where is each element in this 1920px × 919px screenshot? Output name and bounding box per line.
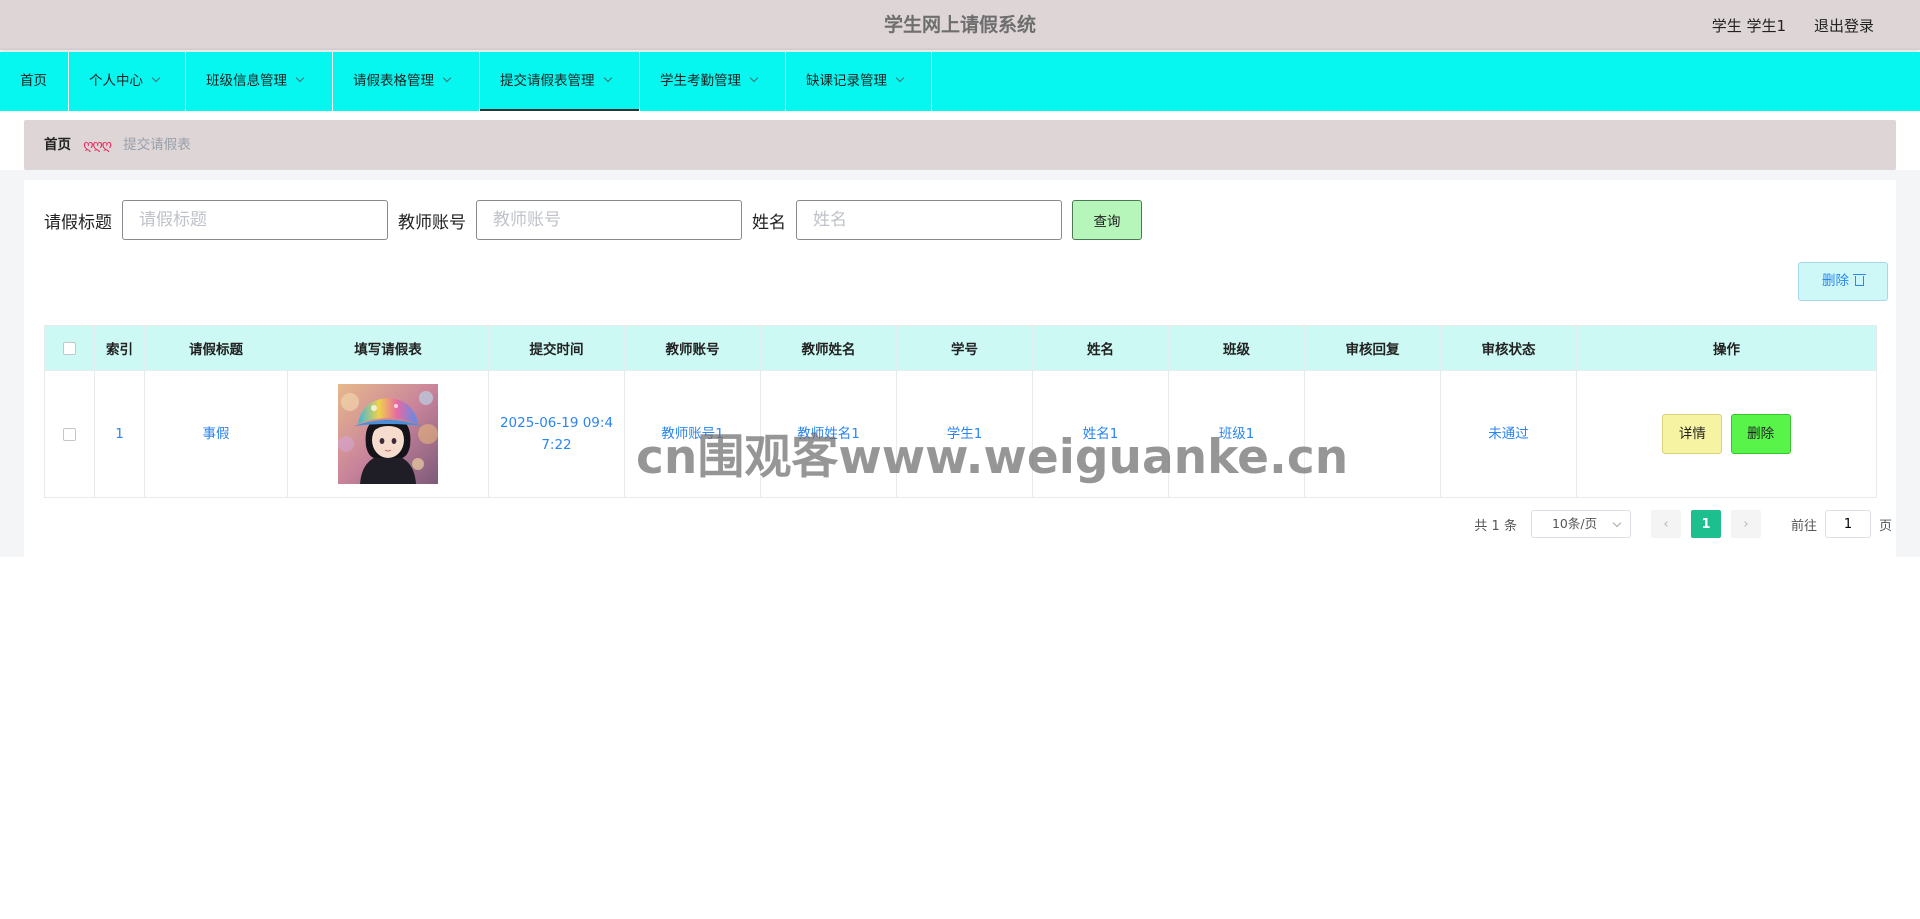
nav-attendance-label: 学生考勤管理 bbox=[660, 73, 741, 89]
column-header: 教师姓名 bbox=[760, 325, 897, 371]
nav-home[interactable]: 首页 bbox=[0, 52, 69, 111]
cell-actions: 详情 删除 bbox=[1576, 370, 1877, 498]
chevron-down-icon bbox=[603, 73, 612, 83]
logout-link[interactable]: 退出登录 bbox=[1814, 0, 1874, 50]
cell-status: 未通过 bbox=[1440, 370, 1577, 498]
goto-page-input[interactable] bbox=[1824, 510, 1871, 538]
column-header: 班级 bbox=[1168, 325, 1305, 371]
row-checkbox[interactable] bbox=[63, 427, 76, 441]
goto-prefix: 前往 bbox=[1790, 518, 1817, 534]
column-header: 审核状态 bbox=[1440, 325, 1577, 371]
avatar-image[interactable] bbox=[338, 384, 438, 484]
nav-submit-leave-label: 提交请假表管理 bbox=[500, 73, 595, 89]
row-delete-button[interactable]: 删除 bbox=[1730, 414, 1791, 454]
nav-leave-form-label: 请假表格管理 bbox=[353, 73, 434, 89]
nav-attendance[interactable]: 学生考勤管理 bbox=[640, 52, 786, 111]
breadcrumb-separator: ღღღ bbox=[83, 138, 112, 153]
column-header: 姓名 bbox=[1032, 325, 1169, 371]
page-number-current[interactable]: 1 bbox=[1690, 510, 1721, 538]
query-button[interactable]: 查询 bbox=[1072, 200, 1142, 240]
chevron-right-icon: › bbox=[1743, 516, 1749, 532]
breadcrumb-home[interactable]: 首页 bbox=[44, 137, 71, 153]
app-title: 学生网上请假系统 bbox=[883, 14, 1036, 36]
top-header: 学生网上请假系统 学生 学生1 退出登录 bbox=[0, 0, 1920, 50]
pagination-total: 共 1 条 bbox=[1474, 518, 1517, 534]
column-header: 索引 bbox=[94, 325, 145, 371]
main-content: 请假标题 教师账号 姓名 查询 删除 索引 请假标题 填写请假表 提交时间 教师… bbox=[24, 180, 1896, 557]
column-header: 审核回复 bbox=[1304, 325, 1441, 371]
name-label: 姓名 bbox=[752, 212, 786, 233]
current-user: 学生 学生1 bbox=[1711, 17, 1786, 35]
chevron-down-icon bbox=[151, 73, 161, 83]
nav-home-label: 首页 bbox=[20, 73, 47, 89]
table-header-row: 索引 请假标题 填写请假表 提交时间 教师账号 教师姓名 学号 姓名 班级 审核… bbox=[44, 325, 1877, 371]
main-nav: 首页 个人中心 班级信息管理 请假表格管理 提交请假表管理 学生考勤管理 缺课记… bbox=[0, 52, 1920, 111]
cell-submit-time: 2025-06-19 09:47:22 bbox=[488, 370, 625, 498]
leave-title-label: 请假标题 bbox=[44, 212, 112, 233]
trash-icon bbox=[1853, 274, 1866, 286]
name-input[interactable] bbox=[796, 200, 1062, 240]
column-header: 教师账号 bbox=[624, 325, 761, 371]
prev-page-button[interactable]: ‹ bbox=[1650, 510, 1681, 538]
breadcrumb: 首页 ღღღ 提交请假表 bbox=[24, 120, 1896, 170]
watermark-text: cn围观客www.weiguanke.cn bbox=[636, 430, 1349, 485]
teacher-account-input[interactable] bbox=[476, 200, 742, 240]
nav-absence-label: 缺课记录管理 bbox=[806, 73, 887, 89]
select-all-checkbox[interactable] bbox=[63, 341, 76, 355]
column-header: 请假标题 bbox=[144, 325, 288, 371]
chevron-down-icon bbox=[749, 73, 759, 83]
breadcrumb-current: 提交请假表 bbox=[123, 137, 191, 153]
chevron-down-icon bbox=[895, 73, 905, 83]
nav-class-info-label: 班级信息管理 bbox=[206, 73, 287, 89]
nav-leave-form[interactable]: 请假表格管理 bbox=[333, 52, 480, 111]
cell-index: 1 bbox=[94, 370, 145, 498]
goto-suffix: 页 bbox=[1878, 518, 1892, 534]
row-select-cell bbox=[44, 370, 95, 498]
nav-submit-leave[interactable]: 提交请假表管理 bbox=[480, 52, 640, 111]
teacher-account-label: 教师账号 bbox=[398, 212, 466, 233]
nav-personal-center[interactable]: 个人中心 bbox=[69, 52, 186, 111]
batch-delete-button[interactable]: 删除 bbox=[1798, 262, 1888, 301]
column-header: 提交时间 bbox=[488, 325, 625, 371]
chevron-down-icon bbox=[295, 73, 305, 83]
nav-absence[interactable]: 缺课记录管理 bbox=[786, 52, 932, 111]
search-form: 请假标题 教师账号 姓名 查询 bbox=[44, 200, 1142, 240]
nav-class-info[interactable]: 班级信息管理 bbox=[186, 52, 333, 111]
column-header: 操作 bbox=[1576, 325, 1877, 371]
nav-personal-center-label: 个人中心 bbox=[89, 73, 143, 89]
column-header: 填写请假表 bbox=[287, 325, 489, 371]
next-page-button[interactable]: › bbox=[1730, 510, 1761, 538]
chevron-left-icon: ‹ bbox=[1663, 516, 1669, 532]
chevron-down-icon bbox=[442, 73, 452, 83]
detail-button[interactable]: 详情 bbox=[1662, 414, 1723, 454]
cell-image bbox=[287, 370, 489, 498]
column-header: 学号 bbox=[896, 325, 1033, 371]
pagination: 共 1 条 10条/页 ‹ 1 › 前往 页 bbox=[1474, 510, 1892, 538]
leave-title-input[interactable] bbox=[122, 200, 388, 240]
select-all-cell bbox=[44, 325, 95, 371]
cell-title: 事假 bbox=[144, 370, 288, 498]
page-size-select[interactable]: 10条/页 bbox=[1530, 510, 1631, 538]
batch-delete-label: 删除 bbox=[1822, 273, 1849, 289]
